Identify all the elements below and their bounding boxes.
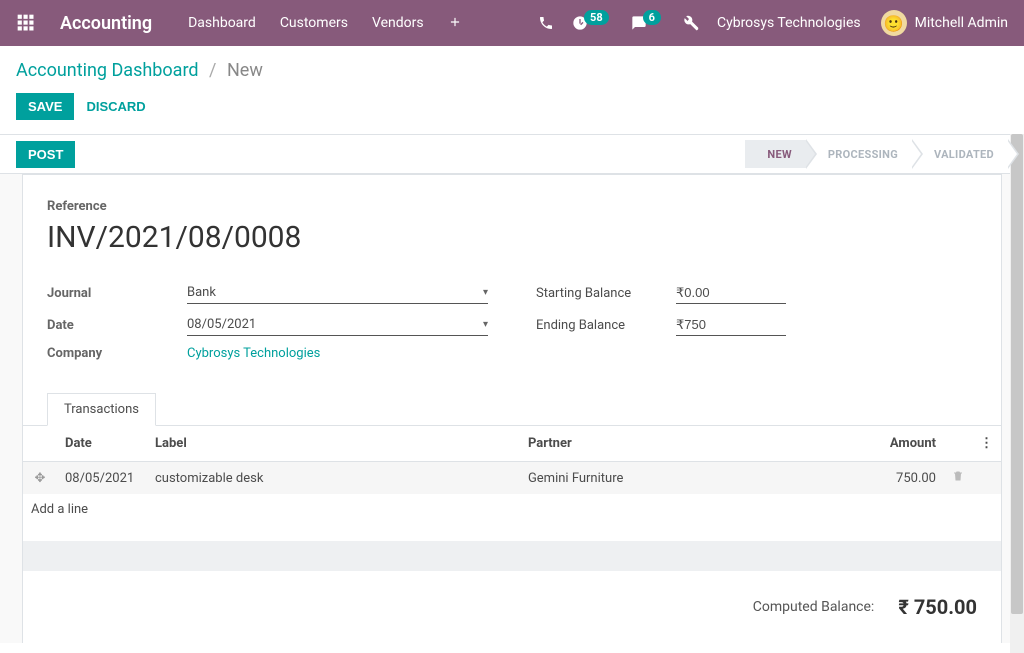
scrollbar-thumb[interactable] xyxy=(1011,134,1023,614)
add-line-link[interactable]: Add a line xyxy=(23,494,1001,525)
col-date: Date xyxy=(57,426,147,462)
row-label[interactable]: customizable desk xyxy=(147,462,520,495)
date-label: Date xyxy=(47,318,187,333)
separator-band xyxy=(23,541,1001,571)
date-field[interactable]: 08/05/2021 ▾ xyxy=(187,314,488,336)
phone-icon[interactable] xyxy=(538,15,554,31)
activity-icon[interactable]: 58 xyxy=(572,15,613,31)
user-menu[interactable]: 🙂 Mitchell Admin xyxy=(881,10,1008,36)
date-value: 08/05/2021 xyxy=(187,317,256,332)
computed-balance: Computed Balance: ₹ 750.00 xyxy=(47,571,977,637)
chevron-down-icon: ▾ xyxy=(483,287,488,298)
chevron-down-icon: ▾ xyxy=(483,319,488,330)
save-button[interactable]: SAVE xyxy=(16,93,74,120)
computed-balance-value: ₹ 750.00 xyxy=(898,595,977,619)
kebab-icon[interactable]: ⋮ xyxy=(972,426,1001,462)
starting-balance-field[interactable] xyxy=(676,282,786,304)
col-partner: Partner xyxy=(520,426,854,462)
discuss-badge: 6 xyxy=(643,10,661,25)
company-link[interactable]: Cybrosys Technologies xyxy=(187,346,488,361)
company-label: Company xyxy=(47,346,187,361)
breadcrumb-current: New xyxy=(227,60,263,81)
reference-value[interactable]: INV/2021/08/0008 xyxy=(47,220,977,255)
scrollbar-track[interactable] xyxy=(1010,134,1024,653)
plus-icon[interactable] xyxy=(448,13,462,34)
status-bar: POST NEW PROCESSING VALIDATED xyxy=(0,134,1024,174)
top-nav: Accounting Dashboard Customers Vendors 5… xyxy=(0,0,1024,46)
starting-balance-label: Starting Balance xyxy=(536,286,676,301)
ending-balance-label: Ending Balance xyxy=(536,318,676,333)
form-col-right: Starting Balance Ending Balance xyxy=(536,279,977,368)
journal-field[interactable]: Bank ▾ xyxy=(187,282,488,304)
status-processing[interactable]: PROCESSING xyxy=(806,140,912,168)
form-sheet: Reference INV/2021/08/0008 Journal Bank … xyxy=(22,174,1002,643)
username: Mitchell Admin xyxy=(915,15,1008,31)
app-title[interactable]: Accounting xyxy=(60,13,152,34)
form-grid: Journal Bank ▾ Date 08/05/2021 ▾ Company… xyxy=(47,279,977,368)
form-col-left: Journal Bank ▾ Date 08/05/2021 ▾ Company… xyxy=(47,279,488,368)
status-validated[interactable]: VALIDATED xyxy=(912,140,1008,168)
tab-transactions[interactable]: Transactions xyxy=(47,393,156,426)
row-partner[interactable]: Gemini Furniture xyxy=(520,462,854,495)
row-amount[interactable]: 750.00 xyxy=(854,462,944,495)
computed-balance-label: Computed Balance: xyxy=(753,599,875,615)
col-amount: Amount xyxy=(854,426,944,462)
row-date[interactable]: 08/05/2021 xyxy=(57,462,147,495)
apps-icon[interactable] xyxy=(16,13,36,33)
notebook-tabs: Transactions xyxy=(23,392,1001,426)
breadcrumb-sep: / xyxy=(209,60,216,81)
discuss-icon[interactable]: 6 xyxy=(631,15,665,31)
journal-label: Journal xyxy=(47,286,187,301)
edit-buttons: SAVE DISCARD xyxy=(0,89,1024,134)
activity-badge: 58 xyxy=(584,10,609,25)
reference-label: Reference xyxy=(47,199,977,214)
form-scroll: Reference INV/2021/08/0008 Journal Bank … xyxy=(0,174,1024,643)
transactions-table: Date Label Partner Amount ⋮ ✥ 08/05/2021… xyxy=(23,426,1001,525)
status-new[interactable]: NEW xyxy=(745,140,805,168)
avatar: 🙂 xyxy=(881,10,907,36)
col-label: Label xyxy=(147,426,520,462)
menu-dashboard[interactable]: Dashboard xyxy=(188,15,256,31)
menu-vendors[interactable]: Vendors xyxy=(372,15,424,31)
discard-button[interactable]: DISCARD xyxy=(86,99,145,114)
trash-icon[interactable] xyxy=(944,462,972,495)
company-switcher[interactable]: Cybrosys Technologies xyxy=(717,15,861,31)
journal-value: Bank xyxy=(187,285,216,300)
debug-icon[interactable] xyxy=(683,15,699,31)
breadcrumb-root[interactable]: Accounting Dashboard xyxy=(16,60,199,81)
ending-balance-field[interactable] xyxy=(676,314,786,336)
drag-handle-icon[interactable]: ✥ xyxy=(23,462,57,495)
menu-customers[interactable]: Customers xyxy=(280,15,348,31)
post-button[interactable]: POST xyxy=(16,141,75,168)
breadcrumb: Accounting Dashboard / New xyxy=(16,60,1008,81)
table-row[interactable]: ✥ 08/05/2021 customizable desk Gemini Fu… xyxy=(23,462,1001,495)
breadcrumb-bar: Accounting Dashboard / New xyxy=(0,46,1024,89)
